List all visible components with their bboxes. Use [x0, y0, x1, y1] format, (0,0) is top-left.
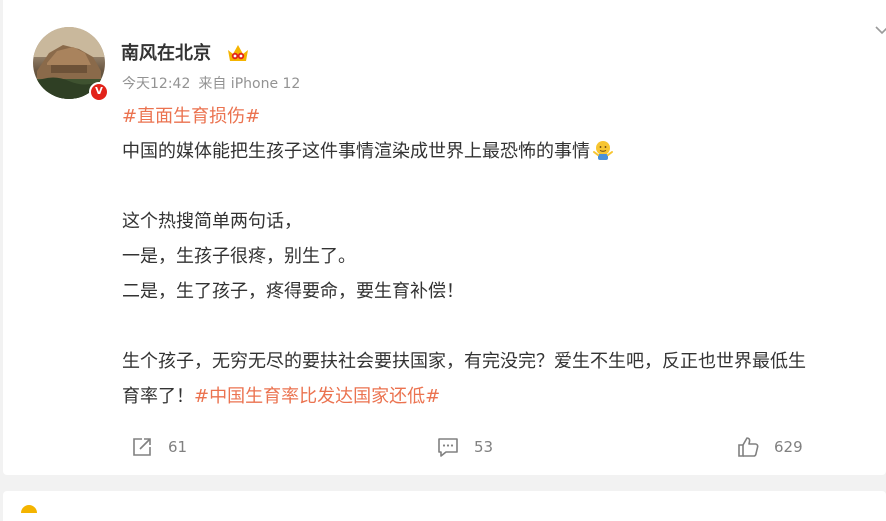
post-text: 一是，生孩子很疼，别生了。 [122, 246, 356, 267]
post-text: 生个孩子，无穷无尽的要扶社会要扶国家，有完没完？爱生不生吧，反正也世界最低生 [122, 351, 806, 372]
forward-icon [133, 438, 151, 456]
topic-hashtag-link[interactable]: #直面生育损伤# [122, 106, 260, 127]
topic-hashtag-link[interactable]: #中国生育率比发达国家还低# [194, 386, 440, 407]
next-post-card [3, 491, 886, 521]
chevron-down-icon[interactable] [875, 24, 886, 38]
post-source: 来自 iPhone 12 [198, 76, 301, 92]
post-text-line: 育率了！#中国生育率比发达国家还低# [122, 379, 886, 414]
post-content: #直面生育损伤# 中国的媒体能把生孩子这件事情渲染成世界上最恐怖的事情 这个热搜简单… [122, 99, 886, 414]
forward-count: 61 [168, 438, 188, 456]
post-text-line: 二是，生了孩子，疼得要命，要生育补偿！ [122, 274, 886, 309]
post-time[interactable]: 今天12:42 [122, 76, 190, 92]
comment-count: 53 [474, 438, 494, 456]
thumbs-up-icon [738, 437, 759, 457]
verified-badge: V [89, 82, 109, 102]
like-count: 629 [774, 438, 803, 456]
forward-button[interactable]: 61 [130, 432, 187, 462]
crown-vip-icon [21, 505, 37, 513]
post-text-line: 生个孩子，无穷无尽的要扶社会要扶国家，有完没完？爱生不生吧，反正也世界最低生 [122, 344, 886, 379]
comment-icon [438, 438, 458, 457]
post-text: 二是，生了孩子，疼得要命，要生育补偿！ [122, 281, 464, 302]
post-text: 中国的媒体能把生孩子这件事情渲染成世界上最恐怖的事情 [122, 141, 590, 162]
author-name[interactable]: 南风在北京 [121, 43, 211, 65]
post-meta: 今天12:42 来自 iPhone 12 [122, 75, 300, 93]
post-text-line: 这个热搜简单两句话， [122, 204, 886, 239]
weibo-post-card: V 南风在北京 今天12:42 来自 iPhone 12 #直面生育损伤# 中国的媒… [3, 0, 886, 475]
post-text-line: 一是，生孩子很疼，别生了。 [122, 239, 886, 274]
post-text: 育率了！ [122, 386, 194, 407]
like-button[interactable]: 629 [736, 432, 803, 462]
shrug-emoji-icon [593, 141, 613, 160]
post-text-line: 中国的媒体能把生孩子这件事情渲染成世界上最恐怖的事情 [122, 134, 886, 169]
post-text: 这个热搜简单两句话， [122, 211, 302, 232]
action-bar: 61 53 629 [3, 432, 886, 462]
post-text-line: #直面生育损伤# [122, 99, 886, 134]
comment-button[interactable]: 53 [436, 432, 493, 462]
crown-vip-icon[interactable] [226, 42, 250, 64]
